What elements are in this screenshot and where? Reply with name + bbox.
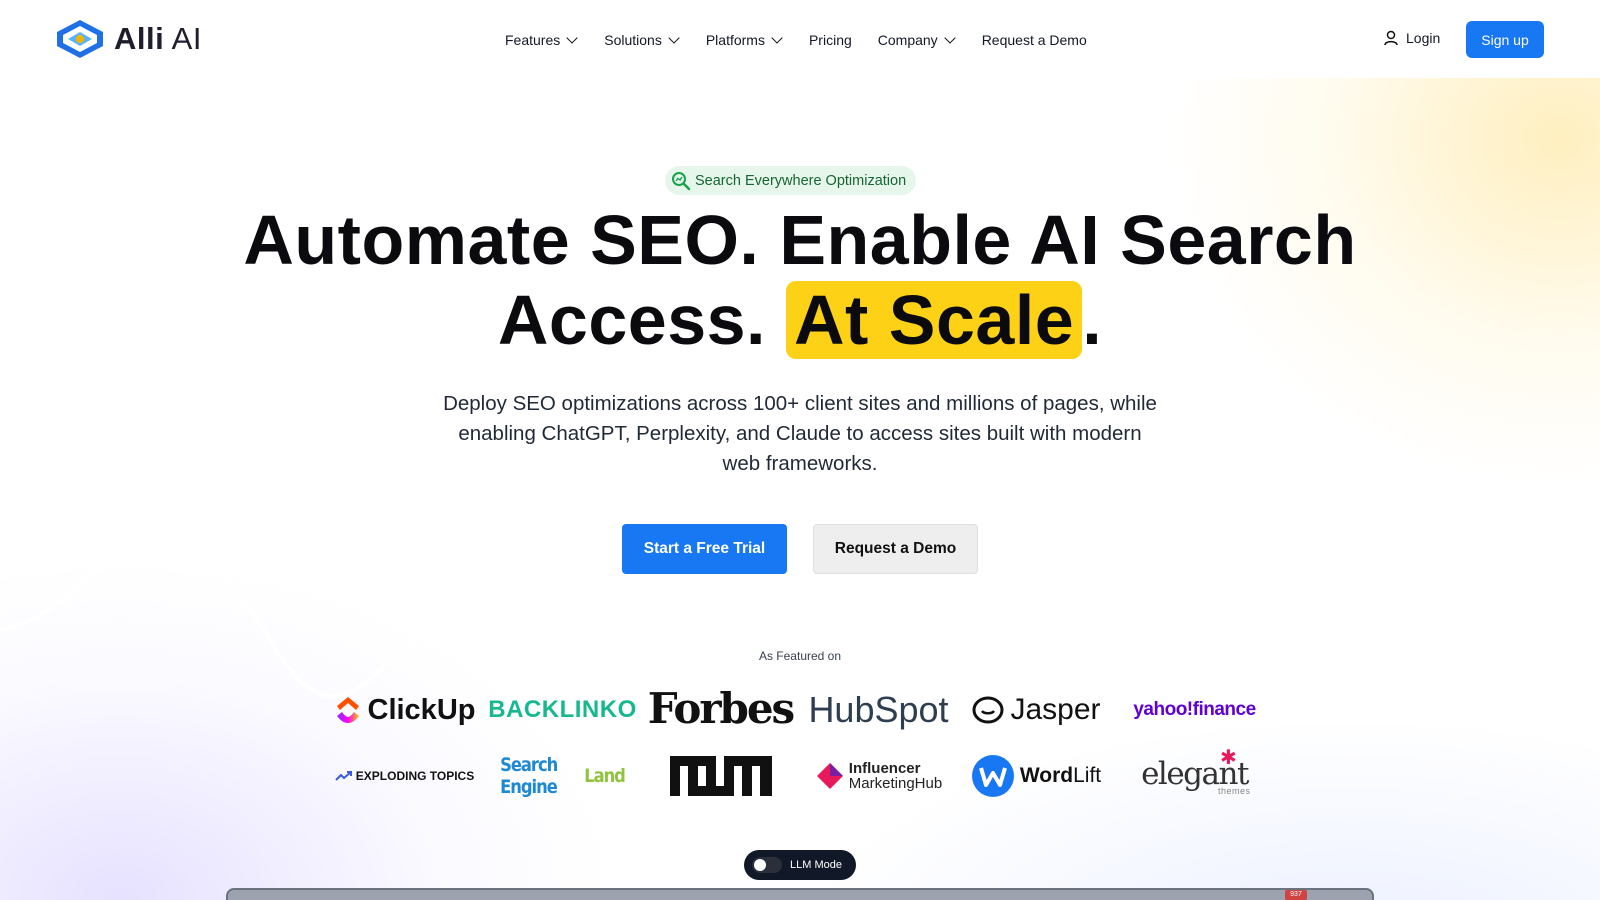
aim-logo-mark [669,756,772,796]
hero-subtitle: Deploy SEO optimizations across 100+ cli… [443,392,1157,475]
user-icon [1384,30,1398,46]
chevron-down-icon [668,32,680,44]
trend-up-icon [335,771,352,781]
imh-diamond-icon [816,763,843,789]
elegant-themes-logo: elegant ✱ themes [1141,745,1251,796]
hero-title-line2: Access. At Scale. [497,281,1103,359]
toggle-switch[interactable] [752,857,782,873]
chevron-down-icon [771,32,783,44]
start-free-trial-button[interactable]: Start a Free Trial [622,524,787,574]
notification-badge: 937 [1285,890,1307,900]
main-menu: Features Solutions Platforms Pricing Com… [505,30,1087,50]
exploding-topics-logo: EXPLODING TOPICS [332,751,477,801]
forbes-logo: Forbes [647,683,795,733]
asterisk-icon: ✱ [1220,745,1237,769]
backlinko-logo: BACKLINKO [488,696,637,723]
chevron-down-icon [566,32,578,44]
clickup-logo: ClickUp [332,685,477,735]
wordlift-w-icon [971,755,1014,797]
brand-logo[interactable]: Alli AI [54,18,202,60]
search-chart-icon [672,171,691,190]
clickup-mark-icon [336,697,359,723]
nav-request-demo[interactable]: Request a Demo [982,30,1087,50]
llm-mode-toggle[interactable]: LLM Mode [744,850,856,880]
hero-title-highlight: At Scale [785,281,1083,359]
request-demo-button[interactable]: Request a Demo [813,524,978,574]
jasper-mark-icon [972,696,1004,724]
signup-button[interactable]: Sign up [1466,21,1544,58]
jasper-logo: Jasper [964,685,1109,735]
nav-pricing[interactable]: Pricing [809,30,852,50]
search-engine-land-logo: Search Engine Land [500,754,626,798]
influencer-marketing-hub-logo: Influencer MarketingHub [806,751,951,801]
yahoo-finance-logo: yahoo!finance [1133,699,1256,720]
login-link[interactable]: Login [1384,30,1440,46]
hero-badge: Search Everywhere Optimization [665,166,917,195]
brand-name: Alli AI [114,21,202,56]
top-navbar: Alli AI Features Solutions Platforms Pri… [0,0,1600,78]
nav-platforms[interactable]: Platforms [706,30,783,50]
hubspot-logo: HubSpot [808,689,949,730]
product-preview-window [226,888,1374,900]
featured-heading: As Featured on [758,649,842,663]
nav-company[interactable]: Company [878,30,956,50]
chevron-down-icon [944,32,956,44]
hero-title-line1: Automate SEO. Enable AI Search [243,201,1357,279]
nav-solutions[interactable]: Solutions [604,30,680,50]
wordlift-logo: WordLift [964,751,1109,801]
aim-logo [648,751,793,801]
nav-features[interactable]: Features [505,30,578,50]
allai-logo-icon [57,20,103,58]
